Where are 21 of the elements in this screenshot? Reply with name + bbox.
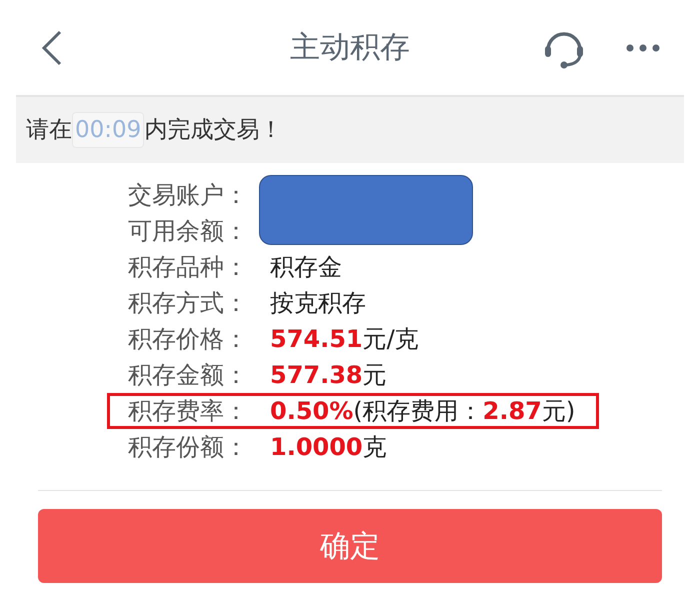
field-label: 积存金额： [128, 360, 249, 391]
back-icon[interactable] [40, 30, 64, 66]
field-label: 交易账户： [128, 180, 249, 211]
notice-text: 请在 [26, 116, 72, 145]
field-label: 可用余额： [128, 216, 249, 247]
notice-text: 内完成交易！ [144, 116, 282, 145]
field-value: 0.50%(积存费用：2.87元) [270, 396, 576, 427]
countdown-timer: 00:09 [72, 112, 144, 148]
field-label: 积存份额： [128, 432, 249, 463]
field-label: 积存费率： [128, 396, 249, 427]
more-icon[interactable] [626, 44, 660, 52]
field-label: 积存价格： [128, 324, 249, 355]
field-value: 积存金 [270, 252, 342, 283]
page-title: 主动积存 [290, 29, 410, 67]
field-label: 积存品种： [128, 252, 249, 283]
field-value: 按克积存 [270, 288, 366, 319]
field-value: 1.0000克 [270, 432, 387, 463]
field-value: 574.51元/克 [270, 324, 419, 355]
field-value: 577.38元 [270, 360, 387, 391]
field-label: 积存方式： [128, 288, 249, 319]
confirm-button[interactable]: 确定 [38, 509, 662, 583]
